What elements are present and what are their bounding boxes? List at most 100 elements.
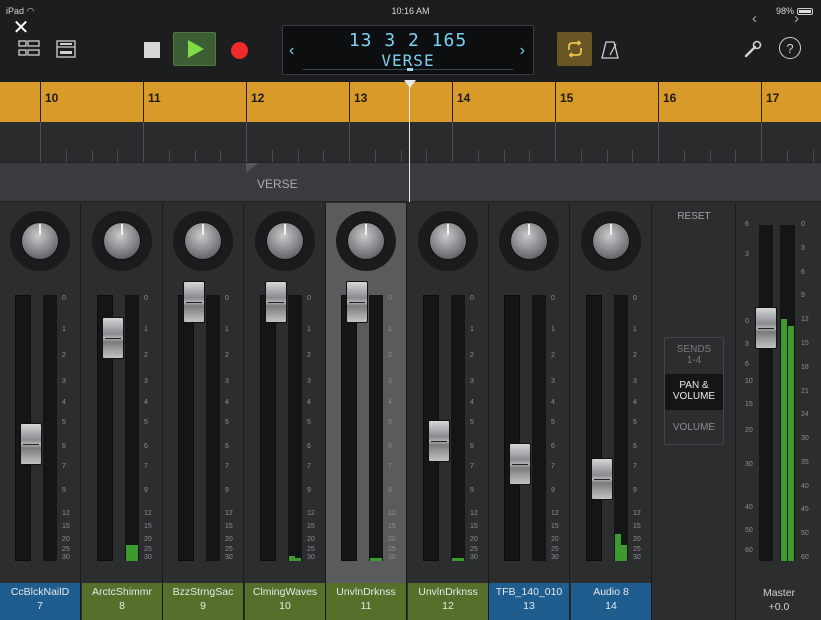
ruler-bar[interactable]: 15 (555, 82, 573, 122)
volume-fader-handle[interactable] (509, 443, 531, 485)
channel-strip[interactable]: 0 1 2 3 4 5 6 7 9 12 15 20 25 30 CcBlckNailD 7 (0, 203, 81, 620)
db-scale-label: 5 (470, 419, 474, 426)
channel-name: BzzStrngSac (172, 586, 234, 598)
pan-knob[interactable] (92, 211, 152, 271)
playhead-line[interactable] (409, 82, 410, 202)
play-button[interactable] (173, 32, 216, 66)
volume-fader-handle[interactable] (428, 420, 450, 462)
level-meter (369, 295, 383, 561)
db-scale-label: 4 (62, 399, 66, 406)
play-icon (187, 40, 204, 58)
pan-volume-mode-button[interactable]: PAN & VOLUME (665, 374, 723, 410)
db-scale-label: 3 (225, 378, 229, 385)
db-scale-label: 12 (225, 510, 233, 517)
lcd-next-icon[interactable]: › (520, 42, 525, 60)
pan-knob[interactable] (255, 211, 315, 271)
channel-name-plate[interactable]: ClmingWaves 10 (245, 583, 325, 620)
volume-fader-handle[interactable] (20, 423, 42, 465)
fader-track[interactable] (586, 295, 602, 561)
db-scale-label: 1 (62, 326, 66, 333)
ruler-bar[interactable]: 13 (349, 82, 367, 122)
timeline-tick (580, 150, 582, 162)
channel-strip[interactable]: 0 1 2 3 4 5 6 7 9 12 15 20 25 30 TFB_140_010 13 (489, 203, 570, 620)
stop-button[interactable] (141, 37, 163, 63)
fader-track[interactable] (178, 295, 194, 561)
fader-track[interactable] (504, 295, 520, 561)
ruler-bar[interactable]: 10 (40, 82, 58, 122)
pan-indicator (39, 224, 41, 235)
pan-knob[interactable] (581, 211, 641, 271)
channel-name-plate[interactable]: TFB_140_010 13 (489, 583, 569, 620)
db-scale-label: 1 (307, 326, 311, 333)
metronome-icon[interactable] (598, 37, 622, 63)
help-icon[interactable]: ? (779, 37, 801, 59)
level-meter (288, 295, 302, 561)
db-scale-label: 25 (633, 546, 641, 553)
channel-strip[interactable]: 0 1 2 3 4 5 6 7 9 12 15 20 25 30 UnvlnDrknss 12 (408, 203, 489, 620)
pan-indicator (121, 224, 123, 235)
channel-name-plate[interactable]: BzzStrngSac 9 (163, 583, 243, 620)
pan-knob[interactable] (499, 211, 559, 271)
db-scale-label: 9 (62, 487, 66, 494)
pan-knob[interactable] (336, 211, 396, 271)
master-scale-label: 45 (801, 506, 809, 513)
mixer-view-icon[interactable] (55, 38, 77, 60)
level-meter (206, 295, 220, 561)
fader-track[interactable] (260, 295, 276, 561)
sends-mode-button[interactable]: SENDS 1-4 (665, 338, 723, 374)
fader-track[interactable] (341, 295, 357, 561)
ruler-bar[interactable]: 17 (761, 82, 779, 122)
pan-knob[interactable] (418, 211, 478, 271)
ruler-bar[interactable]: 11 (143, 82, 161, 122)
playhead-handle[interactable] (404, 80, 416, 88)
tracks-view-icon[interactable] (18, 38, 40, 60)
volume-fader-handle[interactable] (102, 317, 124, 359)
channel-strip[interactable]: 0 1 2 3 4 5 6 7 9 12 15 20 25 30 ClmingWaves 10 (245, 203, 326, 620)
lcd-display[interactable]: ‹ 13 3 2 165 VERSE › (282, 25, 534, 75)
record-button[interactable] (228, 37, 250, 63)
timeline-tick (632, 150, 634, 162)
channel-name-plate[interactable]: UnvlnDrknss 12 (408, 583, 488, 620)
channel-strip[interactable]: 0 1 2 3 4 5 6 7 9 12 15 20 25 30 UnvlnDrknss 11 (326, 203, 407, 620)
channel-name-plate[interactable]: Audio 8 14 (571, 583, 651, 620)
channel-name-plate[interactable]: ArctcShimmr 8 (82, 583, 162, 620)
volume-fader-handle[interactable] (346, 281, 368, 323)
channel-strip[interactable]: 0 1 2 3 4 5 6 7 9 12 15 20 25 30 BzzStrngSac 9 (163, 203, 244, 620)
pan-knob[interactable] (173, 211, 233, 271)
master-fader-track[interactable] (759, 225, 773, 561)
channel-strip[interactable]: 0 1 2 3 4 5 6 7 9 12 15 20 25 30 ArctcShimmr 8 (82, 203, 163, 620)
volume-mode-button[interactable]: VOLUME (665, 410, 723, 444)
ruler-bar[interactable]: 16 (658, 82, 676, 122)
db-scale-label: 0 (470, 295, 474, 302)
channel-strip[interactable]: 0 1 2 3 4 5 6 7 9 12 15 20 25 30 Audio 8 14 (571, 203, 652, 620)
verse-marker-label[interactable]: VERSE (246, 177, 298, 191)
master-fader-handle[interactable] (755, 307, 777, 349)
cycle-button[interactable] (557, 32, 592, 66)
master-scale-label: 21 (801, 388, 809, 395)
close-icon[interactable]: ✕ (10, 16, 32, 39)
db-scale-label: 6 (62, 443, 66, 450)
wrench-icon[interactable] (742, 36, 764, 62)
volume-fader-handle[interactable] (591, 458, 613, 500)
channel-name-plate[interactable]: CcBlckNailD 7 (0, 583, 80, 620)
clock: 10:16 AM (391, 6, 430, 16)
volume-fader-handle[interactable] (265, 281, 287, 323)
ruler-bar[interactable]: 12 (246, 82, 264, 122)
reset-button[interactable]: RESET (652, 211, 736, 222)
master-scale-label: 9 (801, 292, 805, 299)
pan-knob[interactable] (10, 211, 70, 271)
meter-right (458, 558, 464, 561)
db-scale-label: 5 (633, 419, 637, 426)
volume-fader-handle[interactable] (183, 281, 205, 323)
pan-volume-label: VOLUME (672, 391, 716, 402)
master-scale-label: 12 (801, 316, 809, 323)
arrangement-lane[interactable]: VERSE (0, 162, 821, 202)
db-scale-label: 0 (388, 295, 392, 302)
nav-back-icon[interactable]: ‹ (752, 10, 757, 27)
bar-ruler[interactable]: 10 11 12 13 14 15 16 17 (0, 82, 821, 122)
nav-forward-icon[interactable]: › (794, 10, 799, 27)
status-bar: iPad ◠ 10:16 AM 98% (0, 0, 821, 22)
db-scale-label: 1 (470, 326, 474, 333)
ruler-bar[interactable]: 14 (452, 82, 470, 122)
channel-name-plate[interactable]: UnvlnDrknss 11 (326, 583, 406, 620)
